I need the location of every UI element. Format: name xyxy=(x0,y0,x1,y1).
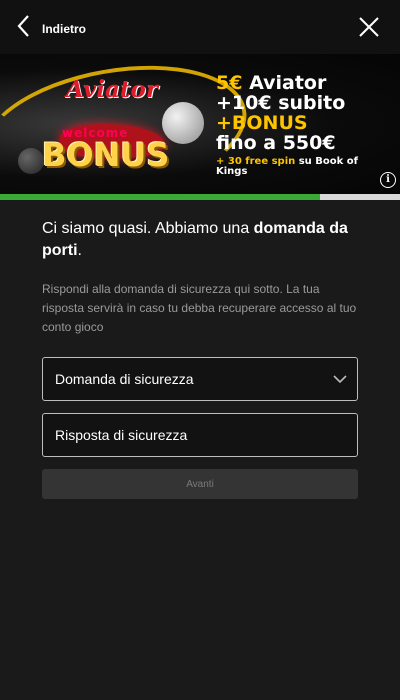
back-button[interactable]: Indietro xyxy=(16,14,86,43)
security-answer-label: Risposta di sicurezza xyxy=(55,427,188,443)
dark-ball-graphic xyxy=(18,148,44,174)
security-answer-input[interactable]: Risposta di sicurezza xyxy=(42,413,358,457)
promo-line-5: + 30 free spin su Book of Kings xyxy=(216,155,359,178)
chevron-down-icon xyxy=(333,372,347,386)
info-icon[interactable]: i xyxy=(380,172,396,188)
back-label: Indietro xyxy=(42,21,86,36)
promo-line-4: fino a 550€ xyxy=(216,131,336,154)
promo-banner[interactable]: Aviator welcome BONUS 5€ Aviator +10€ su… xyxy=(0,54,400,194)
progress-bar xyxy=(0,194,400,200)
form-description: Rispondi alla domanda di sicurezza qui s… xyxy=(42,282,357,334)
form-headline: Ci siamo quasi. Abbiamo una domanda da p… xyxy=(42,220,348,259)
form-container: Ci siamo quasi. Abbiamo una domanda da p… xyxy=(0,200,400,499)
aviator-logo: Aviator xyxy=(66,76,158,103)
chevron-left-icon xyxy=(16,14,32,43)
promo-line-2: +10€ subito xyxy=(216,91,346,114)
close-button[interactable] xyxy=(358,16,380,38)
promo-text: 5€ Aviator +10€ subito +BONUS fino a 550… xyxy=(216,72,386,178)
progress-fill xyxy=(0,194,320,200)
bonus-logo: BONUS xyxy=(42,136,170,174)
security-question-select[interactable]: Domanda di sicurezza xyxy=(42,357,358,401)
security-question-label: Domanda di sicurezza xyxy=(55,371,194,387)
top-bar: Indietro xyxy=(0,0,400,54)
promo-line-1: 5€ Aviator xyxy=(216,72,327,94)
close-icon xyxy=(358,17,380,42)
next-button[interactable]: Avanti xyxy=(42,469,358,499)
promo-line-3: +BONUS xyxy=(216,111,308,134)
ball-graphic xyxy=(162,102,204,144)
